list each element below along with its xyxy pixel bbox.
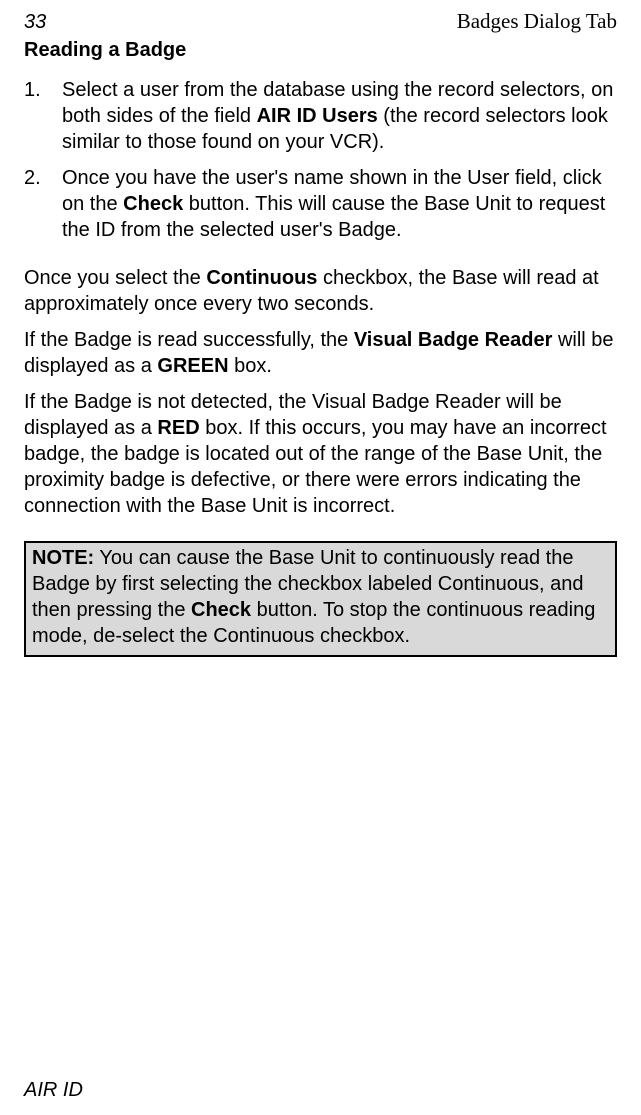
- note-box: NOTE: You can cause the Base Unit to con…: [24, 541, 617, 657]
- footer: AIR ID: [24, 1077, 83, 1103]
- list-item: 2. Once you have the user's name shown i…: [24, 165, 617, 243]
- paragraph: If the Badge is not detected, the Visual…: [24, 389, 617, 519]
- paragraph: If the Badge is read successfully, the V…: [24, 327, 617, 379]
- section-heading: Reading a Badge: [24, 37, 617, 63]
- bold-text: Continuous: [206, 267, 317, 289]
- bold-text: RED: [157, 417, 199, 439]
- paragraph-text: box.: [229, 355, 272, 377]
- page-number: 33: [24, 9, 46, 35]
- list-number: 2.: [24, 165, 41, 191]
- bold-text: Check: [123, 193, 183, 215]
- list-number: 1.: [24, 77, 41, 103]
- bold-text: GREEN: [157, 355, 228, 377]
- paragraph-text: If the Badge is read successfully, the: [24, 329, 354, 351]
- paragraph-text: Once you select the: [24, 267, 206, 289]
- bold-text: Check: [191, 599, 251, 621]
- header-row: 33 Badges Dialog Tab: [24, 8, 617, 35]
- bold-text: AIR ID Users: [257, 105, 378, 127]
- tab-title: Badges Dialog Tab: [457, 8, 617, 35]
- instruction-list: 1. Select a user from the database using…: [24, 77, 617, 243]
- bold-text: Visual Badge Reader: [354, 329, 553, 351]
- paragraph: Once you select the Continuous checkbox,…: [24, 265, 617, 317]
- note-label: NOTE:: [32, 547, 94, 569]
- list-item: 1. Select a user from the database using…: [24, 77, 617, 155]
